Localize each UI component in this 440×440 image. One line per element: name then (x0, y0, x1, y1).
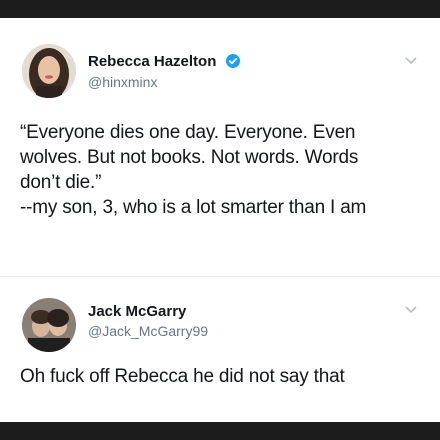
author-handle[interactable]: @hinxminx (88, 74, 157, 90)
tweet-text-line: “Everyone dies one day. Everyone. Even (20, 122, 356, 143)
chevron-down-icon[interactable] (404, 56, 418, 66)
tweet-text: Oh fuck off Rebecca he did not say that (20, 364, 430, 389)
author-handle[interactable]: @Jack_McGarry99 (88, 323, 208, 339)
avatar[interactable] (22, 44, 76, 98)
tweet-jack[interactable]: Jack McGarry @Jack_McGarry99 Oh fuck off… (0, 276, 440, 422)
tweet-thread-card: Rebecca Hazelton @hinxminx “Everyone die… (0, 18, 440, 422)
author-name[interactable]: Rebecca Hazelton (88, 53, 216, 70)
tweet-text-line: don’t die.” (20, 172, 102, 193)
verified-badge-icon (226, 54, 240, 68)
tweet-text-line: --my son, 3, who is a lot smarter than I… (20, 197, 367, 218)
avatar[interactable] (22, 298, 76, 352)
chevron-down-icon[interactable] (404, 305, 418, 315)
tweet-text-line: wolves. But not books. Not words. Words (20, 147, 359, 168)
tweet-text: “Everyone dies one day. Everyone. Even w… (20, 120, 430, 220)
tweet-rebecca[interactable]: Rebecca Hazelton @hinxminx “Everyone die… (0, 18, 440, 276)
tweet-text-line: Oh fuck off Rebecca he did not say that (20, 366, 345, 387)
author-name[interactable]: Jack McGarry (88, 303, 186, 320)
